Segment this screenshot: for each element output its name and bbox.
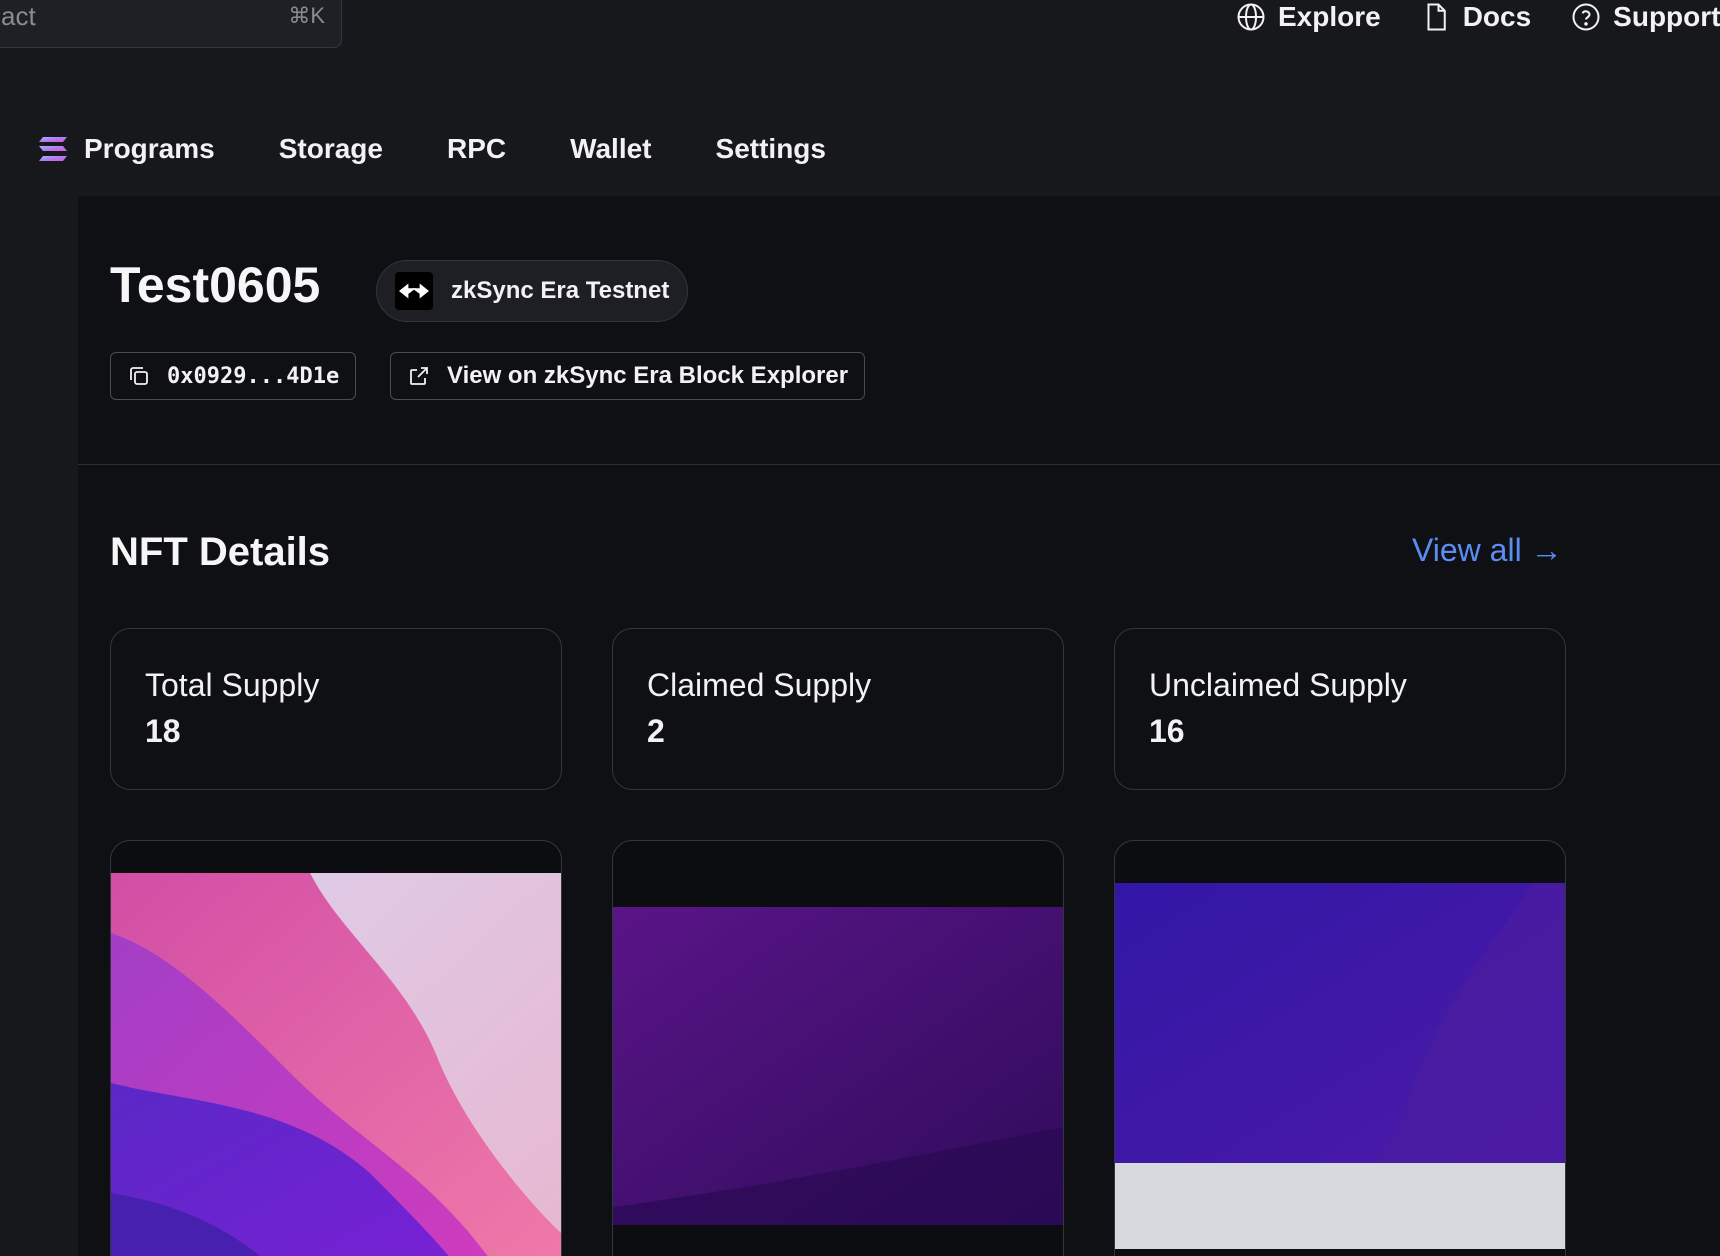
contract-address: 0x0929...4D1e [167,363,340,389]
copy-icon [130,367,148,385]
nft-details-title: NFT Details [110,530,331,574]
stat-label: Claimed Supply [647,667,872,703]
view-all-link[interactable]: View all → [1412,532,1563,569]
stat-card-total-supply: Total Supply 18 [110,628,562,790]
zksync-logo-icon [395,272,433,310]
network-name: zkSync Era Testnet [451,277,670,304]
nft-card[interactable] [110,840,562,1256]
nav-item-rpc[interactable]: RPC [447,133,506,165]
help-circle-icon [1572,3,1600,31]
contract-title: Test0605 [110,257,321,313]
docs-link[interactable]: Docs [1421,1,1531,33]
nft-card[interactable] [1114,840,1566,1256]
stat-card-claimed-supply: Claimed Supply 2 [612,628,1064,790]
copy-address-button[interactable]: 0x0929...4D1e [110,352,357,400]
explore-label: Explore [1278,1,1381,32]
stat-value: 2 [647,713,665,749]
main-nav: Programs Storage RPC Wallet Settings [38,126,890,172]
nft-image [1115,883,1565,1163]
stat-value: 18 [145,713,181,749]
stat-label: Unclaimed Supply [1149,667,1407,703]
stat-label: Total Supply [145,667,320,703]
nft-image [613,907,1063,1225]
stat-value: 16 [1149,713,1185,749]
contract-panel: Test0605 zkSync Era Testnet 0x0929...4D1… [78,196,1720,1256]
nft-image [111,873,561,1256]
docs-label: Docs [1462,1,1532,32]
nav-item-programs[interactable]: Programs [84,133,215,165]
support-link[interactable]: Support [1571,1,1720,33]
stat-card-unclaimed-supply: Unclaimed Supply 16 [1114,628,1566,790]
app-page: act ⌘K Explore Docs Support Programs Sto… [0,0,1720,1256]
view-explorer-label: View on zkSync Era Block Explorer [447,362,849,389]
search-input[interactable]: act ⌘K [0,0,342,48]
nft-card[interactable] [612,840,1064,1256]
nav-item-wallet[interactable]: Wallet [570,133,651,165]
external-link-icon [410,367,428,385]
section-divider [78,464,1720,465]
view-explorer-button[interactable]: View on zkSync Era Block Explorer [390,352,866,400]
nft-image-caption-area [1115,1163,1565,1249]
search-shortcut-hint: ⌘K [288,3,325,28]
nav-item-settings[interactable]: Settings [716,133,826,165]
globe-icon [1237,3,1265,31]
support-label: Support [1613,1,1720,32]
network-badge: zkSync Era Testnet [376,260,689,322]
nav-item-storage[interactable]: Storage [279,133,383,165]
document-icon [1427,3,1446,31]
explore-link[interactable]: Explore [1236,1,1381,33]
solana-logo-icon [39,137,67,161]
top-links: Explore Docs Support [1236,0,1720,34]
search-placeholder: act [1,1,36,31]
